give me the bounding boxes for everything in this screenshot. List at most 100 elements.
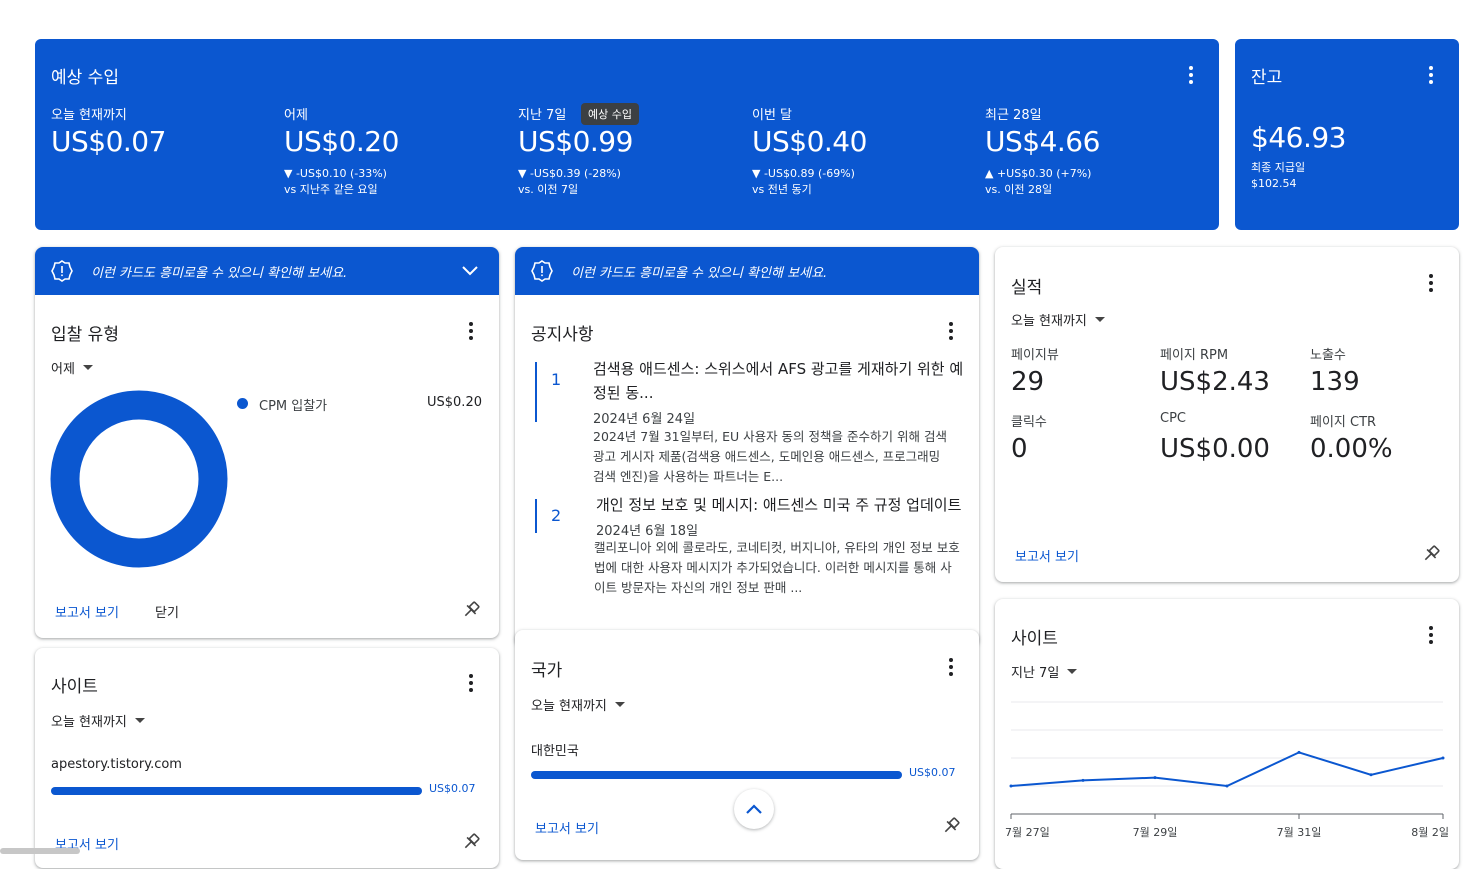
alert-icon [531, 260, 553, 282]
performance-more-icon[interactable] [1421, 273, 1441, 293]
bid-type-card: 이런 카드도 흥미로울 수 있으니 확인해 보세요. 입찰 유형 어제 CPM … [35, 247, 499, 638]
metric-value-28days: US$4.66 [985, 125, 1100, 158]
balance-value: $46.93 [1251, 121, 1346, 154]
metric-value-7days: US$0.99 [518, 125, 633, 158]
metric-compare-month: vs 전년 동기 [752, 183, 812, 196]
country-name: 대한민국 [531, 744, 579, 759]
chart-point [1441, 756, 1445, 760]
sites-right-period-select[interactable]: 지난 7일 [1011, 662, 1078, 681]
pin-icon[interactable] [1421, 544, 1441, 564]
bid-type-period-select[interactable]: 어제 [51, 358, 93, 377]
scrollbar-thumb[interactable] [0, 848, 80, 854]
performance-period-select[interactable]: 오늘 현재까지 [1011, 310, 1105, 329]
sites-left-period-select[interactable]: 오늘 현재까지 [51, 711, 145, 730]
metric-label-month: 이번 달 [752, 108, 793, 123]
earnings-tooltip: 예상 수입 [581, 103, 639, 125]
performance-period-label: 오늘 현재까지 [1011, 314, 1087, 329]
chart-point [1369, 773, 1373, 777]
metric-delta-yesterday: ▼ -US$0.10 (-33%) [284, 167, 387, 180]
bid-type-report-link[interactable]: 보고서 보기 [55, 602, 119, 621]
stat-value-cpc: US$0.00 [1160, 434, 1270, 464]
earnings-card: 예상 수입 오늘 현재까지 US$0.07 어제 US$0.20 ▼ -US$0… [35, 39, 1219, 230]
pin-icon[interactable] [941, 816, 961, 836]
country-title: 국가 [531, 661, 563, 681]
metric-label-28days: 최근 28일 [985, 108, 1042, 123]
stat-value-impressions: 139 [1310, 367, 1360, 397]
suggestion-banner: 이런 카드도 흥미로울 수 있으니 확인해 보세요. [515, 247, 979, 295]
pin-icon[interactable] [461, 600, 481, 620]
caret-down-icon [82, 365, 93, 370]
stat-label-cpc: CPC [1160, 411, 1186, 426]
country-value: US$0.07 [909, 766, 956, 779]
chevron-up-icon [746, 804, 762, 814]
country-period-select[interactable]: 오늘 현재까지 [531, 695, 625, 714]
sites-left-more-icon[interactable] [461, 673, 481, 693]
notice-date: 2024년 6월 18일 [596, 524, 699, 539]
legend-label: CPM 입찰가 [259, 399, 328, 414]
chart-tick-label: 8월 2일 [1411, 825, 1449, 839]
banner-text: 이런 카드도 흥미로울 수 있으니 확인해 보세요. [91, 265, 348, 281]
chart-tick-label: 7월 31일 [1277, 825, 1322, 839]
pin-icon[interactable] [461, 832, 481, 852]
country-bar [531, 771, 902, 779]
country-report-link[interactable]: 보고서 보기 [535, 818, 599, 837]
country-bar-fill [531, 771, 902, 779]
notices-more-icon[interactable] [941, 321, 961, 341]
country-period-label: 오늘 현재까지 [531, 699, 607, 714]
chart-point [1225, 784, 1229, 788]
balance-title: 잔고 [1251, 68, 1283, 88]
metric-label-7days: 지난 7일 [518, 108, 567, 123]
metric-value-yesterday: US$0.20 [284, 125, 399, 158]
metric-delta-7days: ▼ -US$0.39 (-28%) [518, 167, 621, 180]
chart-point [1009, 784, 1013, 788]
banner-text: 이런 카드도 흥미로울 수 있으니 확인해 보세요. [571, 265, 828, 281]
site-value: US$0.07 [429, 782, 476, 795]
country-more-icon[interactable] [941, 657, 961, 677]
bid-type-more-icon[interactable] [461, 321, 481, 341]
stat-value-page-ctr: 0.00% [1310, 434, 1393, 464]
metric-delta-28days: ▲ +US$0.30 (+7%) [985, 167, 1092, 180]
sites-left-title: 사이트 [51, 677, 98, 697]
notices-card: 이런 카드도 흥미로울 수 있으니 확인해 보세요. 공지사항 1 검색용 애드… [515, 247, 979, 647]
sites-left-card: 사이트 오늘 현재까지 apestory.tistory.com US$0.07… [35, 648, 499, 868]
notice-marker [535, 362, 537, 422]
site-name[interactable]: apestory.tistory.com [51, 757, 182, 772]
suggestion-banner: 이런 카드도 흥미로울 수 있으니 확인해 보세요. [35, 247, 499, 295]
legend-value: US$0.20 [427, 395, 482, 410]
performance-report-link[interactable]: 보고서 보기 [1015, 546, 1079, 565]
metric-compare-yesterday: vs 지난주 같은 요일 [284, 183, 378, 196]
caret-down-icon [614, 702, 625, 707]
metric-value-month: US$0.40 [752, 125, 867, 158]
balance-card: 잔고 $46.93 최종 지급일 $102.54 [1235, 39, 1459, 230]
notice-marker [535, 499, 537, 533]
chevron-down-icon[interactable] [461, 264, 479, 278]
last-payment-label: 최종 지급일 [1251, 161, 1306, 174]
bid-type-donut [50, 390, 228, 568]
alert-icon [51, 260, 73, 282]
notice-title[interactable]: 검색용 애드센스: 스위스에서 AFS 광고를 게재하기 위한 예정된 동... [593, 357, 965, 405]
bid-type-period-label: 어제 [51, 362, 75, 377]
notice-body: 2024년 7월 31일부터, EU 사용자 동의 정책을 준수하기 위해 검색… [593, 429, 947, 484]
caret-down-icon [134, 718, 145, 723]
metric-compare-28days: vs. 이전 28일 [985, 183, 1053, 196]
chart-point [1297, 750, 1301, 754]
stat-label-page-ctr: 페이지 CTR [1310, 415, 1377, 430]
chart-point [1153, 776, 1157, 780]
performance-title: 실적 [1011, 278, 1043, 298]
bid-type-title: 입찰 유형 [51, 325, 119, 345]
sites-right-period-label: 지난 7일 [1011, 666, 1060, 681]
caret-down-icon [1067, 669, 1078, 674]
stat-label-page-rpm: 페이지 RPM [1160, 348, 1229, 363]
scroll-top-button[interactable] [734, 789, 774, 829]
balance-more-icon[interactable] [1421, 65, 1441, 85]
notices-title: 공지사항 [531, 325, 594, 345]
sites-right-more-icon[interactable] [1421, 625, 1441, 645]
site-bar-fill [51, 787, 422, 795]
notice-date: 2024년 6월 24일 [593, 412, 696, 427]
notice-title[interactable]: 개인 정보 보호 및 메시지: 애드센스 미국 주 규정 업데이트 [596, 493, 976, 517]
country-card: 국가 오늘 현재까지 대한민국 US$0.07 보고서 보기 [515, 630, 979, 860]
bid-type-close-link[interactable]: 닫기 [155, 602, 179, 621]
stat-value-page-rpm: US$2.43 [1160, 367, 1270, 397]
earnings-more-icon[interactable] [1181, 65, 1201, 85]
notice-body: 캘리포니아 외에 콜로라도, 코네티컷, 버지니아, 유타의 개인 정보 보호법… [594, 540, 960, 595]
